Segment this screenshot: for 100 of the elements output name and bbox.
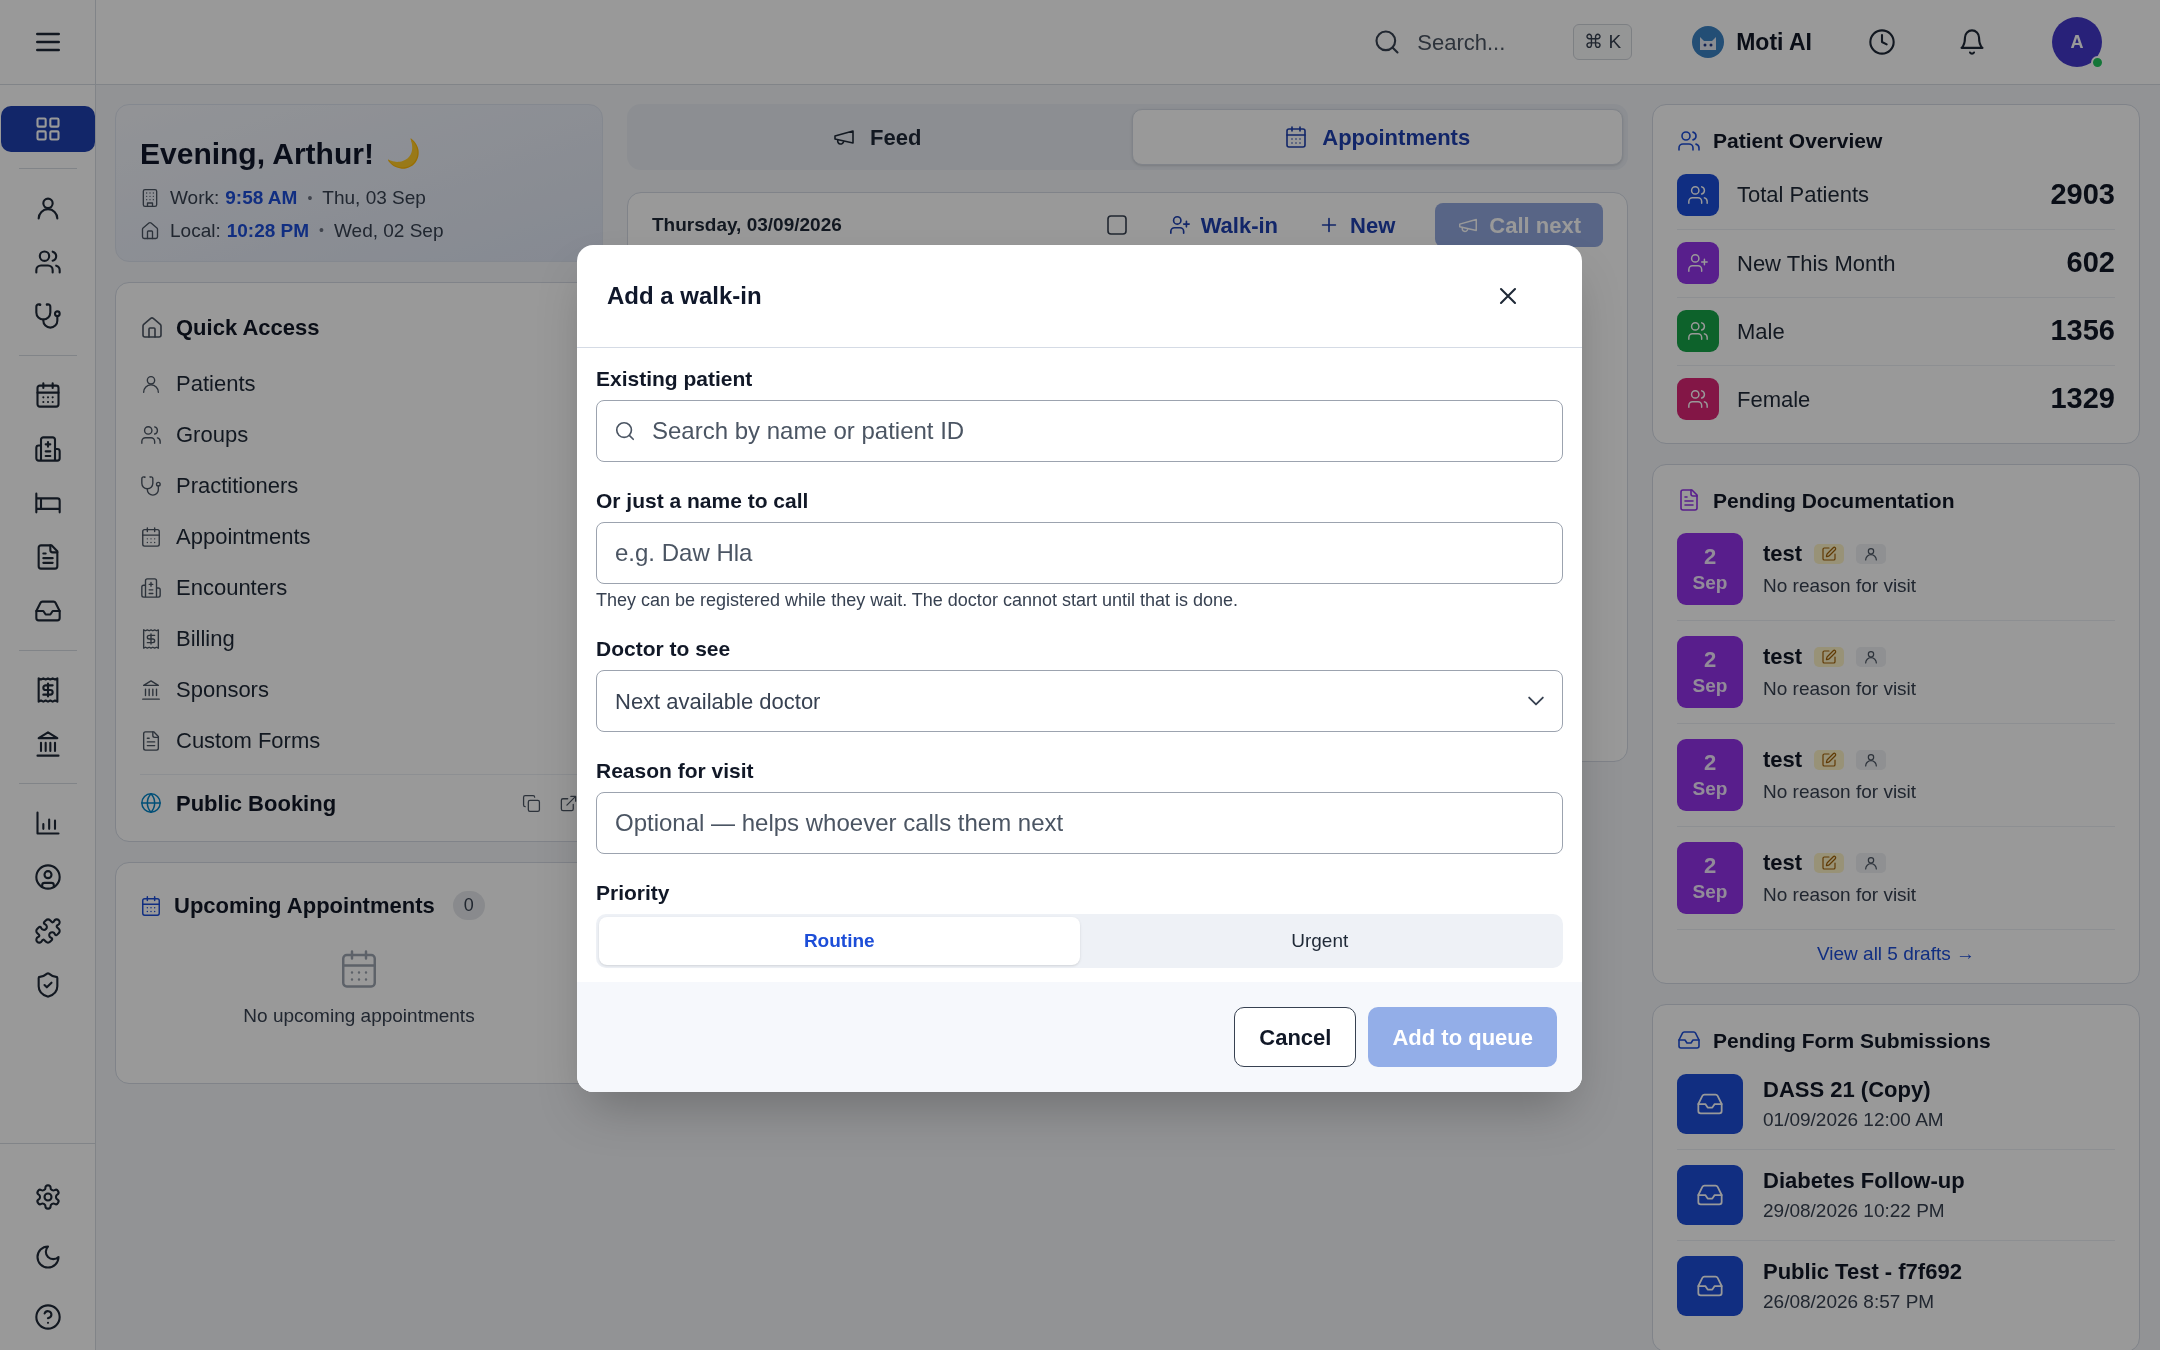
quick-access-item[interactable]: Appointments [140,511,578,562]
settings-icon [33,1183,62,1211]
pencil-icon [1821,751,1838,768]
date-day: 2 [1703,852,1717,880]
user-icon [1863,545,1880,562]
home-icon [140,315,164,340]
tab[interactable]: Appointments [1131,109,1623,165]
open-external-button[interactable] [559,793,578,813]
stat-label: New This Month [1737,249,1896,278]
date-day: 2 [1703,646,1717,674]
view-all-drafts-link[interactable]: View all 5 drafts → [1816,940,1976,969]
history-button[interactable] [1868,28,1896,56]
stat-label: Total Patients [1737,181,1870,209]
sidebar-item[interactable] [0,106,95,152]
card-title: Quick Access [176,314,320,342]
stat-value: 1356 [2050,313,2115,349]
document-icon [1677,488,1701,513]
dialog-title: Add a walk-in [607,281,762,311]
copy-button[interactable] [522,793,541,813]
field-label: Priority [596,880,671,906]
empty-state-text: No upcoming appointments [243,1004,475,1028]
separator-dot: • [307,188,313,208]
receipt-icon [140,627,162,650]
keyboard-shortcut: ⌘ K [1573,23,1633,61]
time-label: Local: [170,218,221,243]
date-day: 2 [1703,543,1717,571]
search-icon [1373,28,1402,56]
calendar-icon [33,381,62,409]
bank-icon [33,730,62,758]
form-submission-item[interactable]: DASS 21 (Copy) 01/09/2026 12:00 AM [1677,1058,2115,1149]
stethoscope-icon [140,474,162,497]
priority-option[interactable]: Routine [599,917,1080,965]
draft-reason: No reason for visit [1763,883,1917,908]
form-date: 01/09/2026 12:00 AM [1763,1107,1944,1132]
draft-item[interactable]: 2 Sep test No reason for visit [1677,518,2115,621]
reason-field[interactable]: Optional — helps whoever calls them next [596,792,1563,854]
quick-access-item[interactable]: Patients [140,358,578,409]
moon-emoji: 🌙 [385,135,421,172]
form-title: DASS 21 (Copy) [1763,1075,1932,1104]
form-submission-item[interactable]: Diabetes Follow-up 29/08/2026 10:22 PM [1677,1149,2115,1240]
assistant-button[interactable]: Moti AI [1692,24,1812,60]
stat-label: Male [1737,317,1785,346]
doctor-select[interactable]: Next available doctor [596,670,1563,732]
cancel-button[interactable]: Cancel [1234,1007,1357,1067]
form-title: Diabetes Follow-up [1763,1167,1965,1196]
document-icon [140,729,162,752]
moon-icon [33,1243,62,1271]
draft-item[interactable]: 2 Sep test No reason for visit [1677,724,2115,827]
date-text: Wed, 02 Sep [334,218,444,243]
draft-title: test [1763,643,1803,672]
draft-title: test [1763,746,1803,775]
calendar-icon [140,525,162,548]
time-value: 10:28 PM [226,218,310,243]
user-circle-icon [33,863,62,891]
card-title: Pending Form Submissions [1713,1027,1991,1054]
form-date: 29/08/2026 10:22 PM [1763,1199,1946,1224]
toolbar-button[interactable]: Walk-in [1168,208,1279,242]
toolbar-button[interactable]: New [1318,208,1396,242]
user-avatar[interactable]: A [2052,17,2102,67]
card-title: Upcoming Appointments [174,892,435,920]
date-text: Thu, 03 Sep [322,186,426,210]
quick-access-item[interactable]: Encounters [140,562,578,613]
date-month: Sep [1692,673,1728,698]
quick-access-item[interactable]: Custom Forms [140,715,578,766]
tab[interactable]: Feed [632,109,1122,165]
patient-search-field[interactable]: Search by name or patient ID [596,400,1563,462]
quick-access-item[interactable]: Billing [140,613,578,664]
time-label: Work: [170,186,220,210]
building-icon [140,188,160,209]
quick-access-item[interactable]: Groups [140,409,578,460]
priority-option[interactable]: Urgent [1079,917,1560,965]
public-booking-link[interactable]: Public Booking [140,783,337,823]
field-label: Or just a name to call [596,488,810,514]
puzzle-icon [33,917,62,945]
name-field[interactable]: e.g. Daw Hla [596,522,1563,584]
hospital-icon [33,435,62,463]
form-submission-item[interactable]: Public Test - f7f692 26/08/2026 8:57 PM [1677,1240,2115,1331]
card-title: Patient Overview [1713,128,1883,154]
field-hint: They can be registered while they wait. The doctor cannot start until that is done. [596,589,1240,612]
dashboard-icon [33,115,62,143]
draft-item[interactable]: 2 Sep test No reason for visit [1677,827,2115,930]
card-title: Pending Documentation [1713,487,1955,514]
time-value: 9:58 AM [225,186,298,210]
search-icon [614,420,636,442]
quick-access-item[interactable]: Practitioners [140,460,578,511]
stat-value: 602 [2066,245,2115,281]
draft-reason: No reason for visit [1763,780,1917,805]
copy-icon [522,793,541,813]
checkbox-icon [1104,213,1129,237]
draft-title: test [1763,849,1803,878]
bank-icon [140,678,162,701]
stethoscope-icon [33,302,62,330]
draft-item[interactable]: 2 Sep test No reason for visit [1677,621,2115,724]
help-icon [33,1303,62,1331]
notifications-button[interactable] [1958,28,1986,56]
pencil-icon [1821,854,1838,871]
user-icon [1863,751,1880,768]
quick-access-item[interactable]: Sponsors [140,664,578,715]
external-link-icon [559,793,578,813]
bell-icon [1958,28,1986,56]
